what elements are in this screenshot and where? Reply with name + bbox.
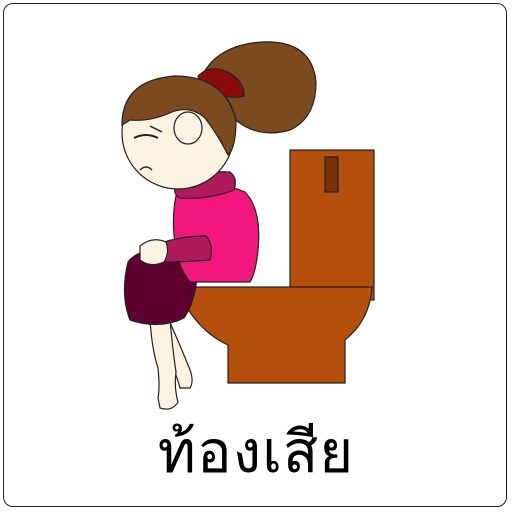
head [121, 75, 237, 190]
legs [149, 317, 193, 410]
caption-text: ท้องเสีย [157, 418, 355, 486]
hand [139, 239, 169, 266]
